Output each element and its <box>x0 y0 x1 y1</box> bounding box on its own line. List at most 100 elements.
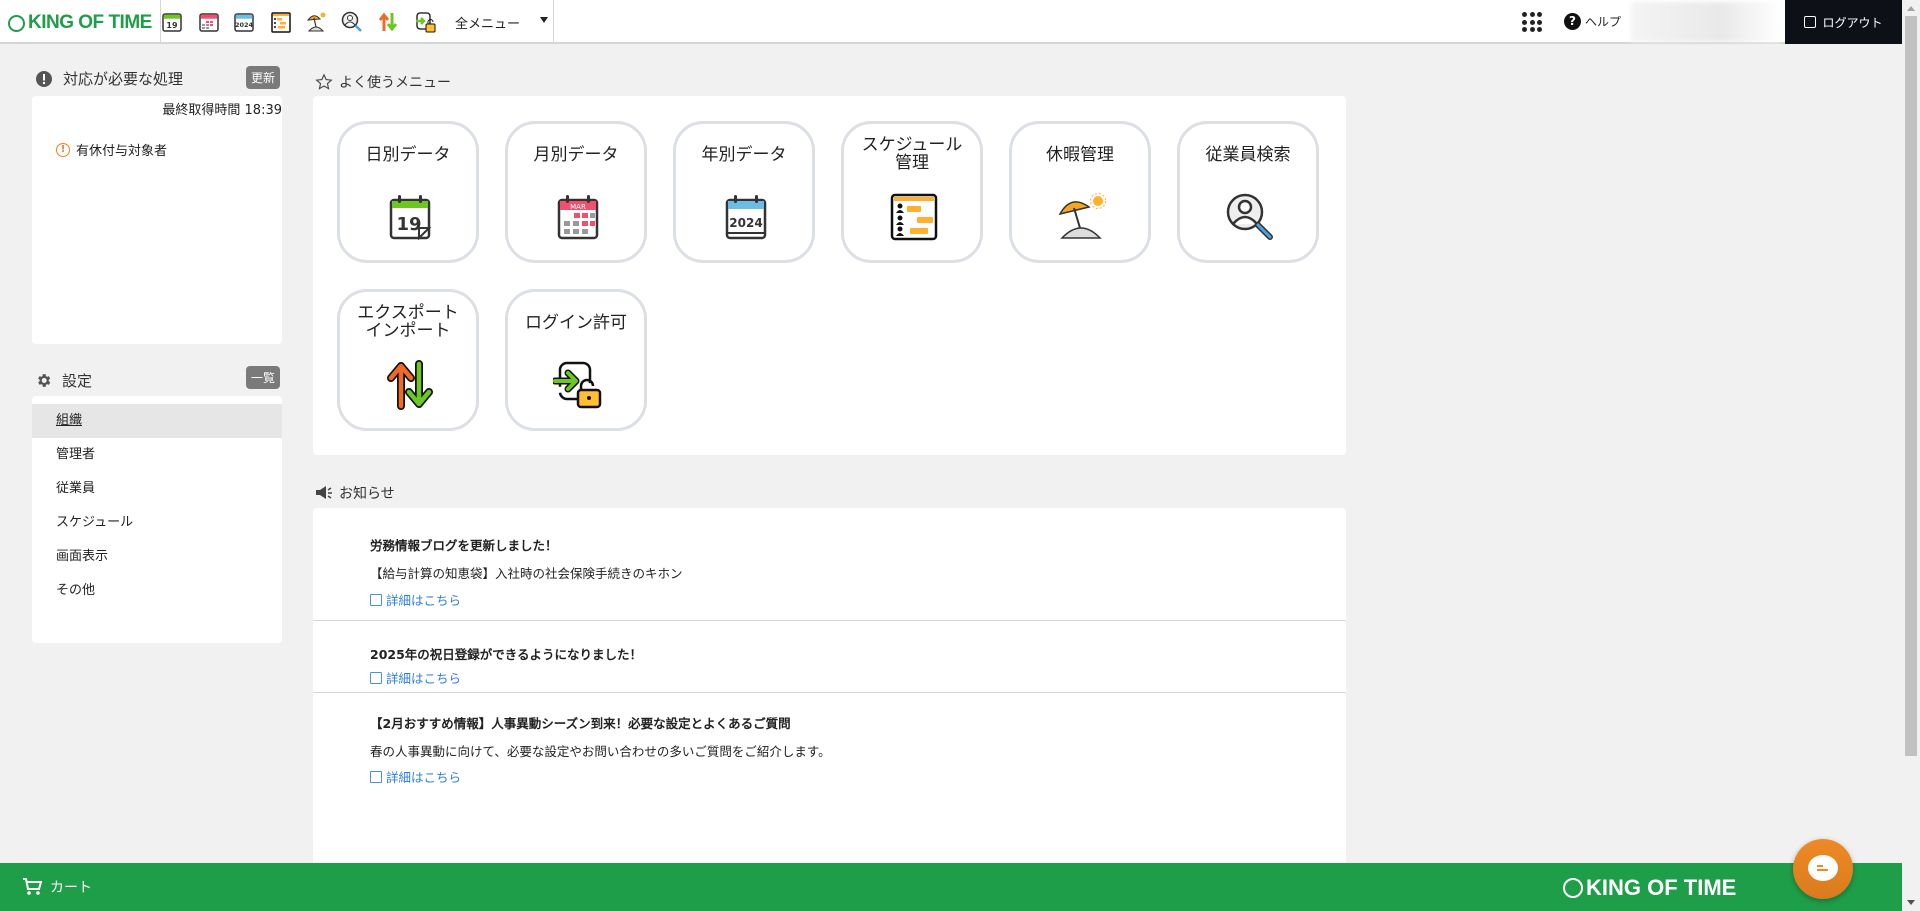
news-card: 労務情報ブログを更新しました！ 【給与計算の知恵袋】入社時の社会保険手続きのキホ… <box>313 508 1346 868</box>
tile-label: スケジュール 管理 <box>844 136 980 172</box>
settings-item-other[interactable]: その他 <box>32 574 282 608</box>
app-grid-button[interactable] <box>1522 12 1542 32</box>
tile-daily-data[interactable]: 日別データ 19 <box>337 121 479 263</box>
help-button[interactable]: ? ヘルプ <box>1564 13 1621 30</box>
tile-label: エクスポート インポート <box>340 304 476 340</box>
last-fetched-time: 最終取得時間 18:39 <box>162 103 282 118</box>
alerts-title: 対応が必要な処理 <box>63 70 184 88</box>
caret-down-icon <box>540 17 548 23</box>
top-bar: KING OF TIME 19 2024 全メニュー ? ヘルプ ログアウト <box>0 0 1902 44</box>
news-item-link[interactable]: 詳細はこちら <box>370 767 461 786</box>
yearly-calendar-icon[interactable]: 2024 <box>233 11 255 33</box>
yearly-calendar-icon: 2024 <box>725 195 767 240</box>
footer-logo-text: KING OF TIME <box>1586 875 1737 900</box>
news-link-label: 詳細はこちら <box>386 593 462 608</box>
scroll-thumb[interactable] <box>1905 16 1917 756</box>
divider <box>553 0 554 43</box>
gear-icon <box>38 374 51 387</box>
news-item-title: 2025年の祝日登録ができるようになりました！ <box>370 647 643 662</box>
external-link-icon <box>370 671 382 684</box>
help-label: ヘルプ <box>1585 15 1622 29</box>
logout-button[interactable]: ログアウト <box>1785 0 1902 44</box>
all-menu-dropdown[interactable]: 全メニュー <box>455 13 548 32</box>
footer-bar: カート KING OF TIME <box>0 863 1902 911</box>
cart-button[interactable]: カート <box>22 877 92 897</box>
schedule-icon[interactable] <box>270 11 292 33</box>
news-item-link[interactable]: 詳細はこちら <box>370 668 461 687</box>
news-item: 労務情報ブログを更新しました！ 【給与計算の知恵袋】入社時の社会保険手続きのキホ… <box>313 508 1346 621</box>
megaphone-icon <box>316 486 332 499</box>
export-import-icon[interactable] <box>377 11 399 33</box>
news-item: 2025年の祝日登録ができるようになりました！ 詳細はこちら <box>313 621 1346 693</box>
alerts-card: 最終取得時間 18:39 ! 有休付与対象者 <box>32 96 282 344</box>
settings-list-button[interactable]: 一覧 <box>246 366 281 389</box>
alert-item[interactable]: ! 有休付与対象者 <box>56 140 167 159</box>
chat-bubble-icon <box>1808 855 1838 881</box>
tile-label-line2: インポート <box>365 321 451 341</box>
tile-label: 年別データ <box>701 145 787 165</box>
daily-calendar-icon[interactable]: 19 <box>161 11 183 33</box>
user-info-redacted <box>1631 2 1781 42</box>
logo-text: KING OF TIME <box>28 12 152 33</box>
warning-icon: ! <box>56 142 70 157</box>
settings-item-employees[interactable]: 従業員 <box>32 472 282 506</box>
scroll-up-icon[interactable] <box>1907 6 1915 11</box>
external-link-icon <box>370 593 382 606</box>
employee-search-icon <box>1226 193 1273 240</box>
svg-text:19: 19 <box>166 21 178 30</box>
tile-export-import[interactable]: エクスポート インポート <box>337 289 479 431</box>
tile-monthly-data[interactable]: 月別データ MAR <box>505 121 647 263</box>
scroll-down-icon[interactable] <box>1907 900 1915 905</box>
brand-logo[interactable]: KING OF TIME <box>8 12 152 34</box>
tile-login-permission[interactable]: ログイン許可 <box>505 289 647 431</box>
tile-leave-management[interactable]: 休暇管理 <box>1009 121 1151 263</box>
monthly-calendar-icon: MAR <box>557 195 599 240</box>
all-menu-label: 全メニュー <box>455 17 521 32</box>
vertical-scrollbar[interactable] <box>1902 0 1920 911</box>
login-permission-icon <box>553 361 602 409</box>
favorites-title: よく使うメニュー <box>339 75 451 91</box>
logo-face-icon <box>1563 878 1583 898</box>
chat-button[interactable] <box>1793 839 1853 899</box>
login-permission-icon[interactable] <box>414 11 436 33</box>
monthly-calendar-icon[interactable] <box>198 11 220 33</box>
settings-item-admins[interactable]: 管理者 <box>32 438 282 472</box>
settings-title: 設定 <box>62 372 93 390</box>
settings-item-organization[interactable]: 組織 <box>32 404 282 438</box>
question-icon: ? <box>1564 13 1581 30</box>
settings-card: 組織 管理者 従業員 スケジュール 画面表示 その他 <box>32 396 282 643</box>
news-item: 【2月おすすめ情報】人事異動シーズン到来！必要な設定とよくあるご質問 春の人事異… <box>313 693 1346 813</box>
tile-yearly-data[interactable]: 年別データ 2024 <box>673 121 815 263</box>
logout-icon <box>1804 16 1817 28</box>
calendar-day-text: 19 <box>396 214 421 235</box>
alerts-heading: 対応が必要な処理 <box>35 68 183 89</box>
star-icon <box>315 73 333 90</box>
employee-search-icon[interactable] <box>341 11 363 33</box>
tile-employee-search[interactable]: 従業員検索 <box>1177 121 1319 263</box>
tile-label: 月別データ <box>533 145 619 165</box>
news-item-description: 春の人事異動に向けて、必要な設定やお問い合わせの多いご質問をご紹介します。 <box>370 744 831 759</box>
favorites-heading: よく使うメニュー <box>315 72 451 92</box>
favorites-card: 日別データ 19 月別データ MAR 年別データ 2024 スケジュール 管理 休… <box>313 96 1346 455</box>
export-import-icon <box>387 360 433 410</box>
svg-text:2024: 2024 <box>235 21 254 29</box>
news-item-description: 【給与計算の知恵袋】入社時の社会保険手続きのキホン <box>370 566 683 581</box>
tile-schedule-management[interactable]: スケジュール 管理 <box>841 121 983 263</box>
vacation-icon <box>1058 193 1106 239</box>
news-item-link[interactable]: 詳細はこちら <box>370 590 461 609</box>
news-item-title: 労務情報ブログを更新しました！ <box>370 538 558 553</box>
vacation-icon[interactable] <box>305 11 327 33</box>
logout-label: ログアウト <box>1822 15 1883 30</box>
news-link-label: 詳細はこちら <box>386 770 462 785</box>
daily-calendar-icon: 19 <box>389 195 432 241</box>
cart-label: カート <box>50 880 92 896</box>
settings-item-schedule[interactable]: スケジュール <box>32 506 282 540</box>
footer-logo: KING OF TIME <box>1563 875 1736 901</box>
refresh-button[interactable]: 更新 <box>246 66 281 89</box>
logo-face-icon <box>8 14 25 32</box>
news-link-label: 詳細はこちら <box>386 671 462 686</box>
news-title: お知らせ <box>339 486 395 502</box>
tile-label: 休暇管理 <box>1046 145 1114 165</box>
settings-item-display[interactable]: 画面表示 <box>32 540 282 574</box>
tile-label: ログイン許可 <box>525 313 627 333</box>
